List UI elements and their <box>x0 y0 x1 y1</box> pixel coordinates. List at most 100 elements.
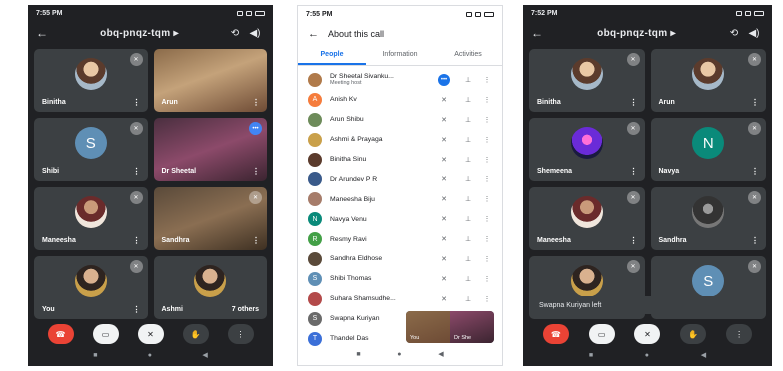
participant-row[interactable]: Maneesha Biju ✕ ⊥ ⋮ <box>298 189 502 209</box>
switch-camera-icon[interactable]: ⟲ <box>225 28 245 39</box>
participant-row[interactable]: Arun Shibu ✕ ⊥ ⋮ <box>298 110 502 130</box>
more-options-icon[interactable]: ⋮ <box>751 98 759 107</box>
participant-tile[interactable]: ✕ Binitha ⋮ <box>529 49 645 112</box>
more-options-icon[interactable]: ⋮ <box>252 98 260 107</box>
raise-hand-button[interactable]: ✋ <box>182 324 209 344</box>
more-options-icon[interactable]: ⋮ <box>480 156 494 164</box>
participant-tile[interactable]: Arun ⋮ <box>153 49 267 112</box>
end-call-button[interactable]: ☎ <box>47 324 74 344</box>
more-options-icon[interactable]: ⋮ <box>133 236 141 245</box>
back-arrow-icon[interactable]: ← <box>36 26 54 40</box>
raise-hand-button[interactable]: ✋ <box>680 324 707 344</box>
others-count[interactable]: 7 others <box>232 306 259 313</box>
nav-back-icon[interactable]: ◀ <box>202 351 207 359</box>
participant-row[interactable]: R Resmy Ravi ✕ ⊥ ⋮ <box>298 229 502 249</box>
more-options-icon[interactable]: ⋮ <box>252 167 260 176</box>
pin-icon[interactable]: ⊥ <box>456 195 480 203</box>
more-options-icon[interactable]: ⋮ <box>252 236 260 245</box>
more-button[interactable]: ⋮ <box>227 324 254 344</box>
speaker-icon[interactable]: ◀) <box>245 28 265 39</box>
pin-icon[interactable]: ⊥ <box>456 235 480 243</box>
more-options-icon[interactable]: ⋮ <box>480 136 494 144</box>
participant-tile[interactable]: ✕ Arun ⋮ <box>650 49 766 112</box>
tab-activities[interactable]: Activities <box>434 46 502 65</box>
nav-home-icon[interactable]: ● <box>645 352 649 359</box>
more-options-icon[interactable]: ⋮ <box>480 76 494 84</box>
participant-row[interactable]: Suhara Shamsudhe... ✕ ⊥ ⋮ <box>298 289 502 309</box>
more-button[interactable]: ⋮ <box>726 324 753 344</box>
mic-off-icon: ✕ <box>748 191 761 204</box>
nav-home-icon[interactable]: ● <box>397 351 401 358</box>
nav-back-icon[interactable]: ◀ <box>438 350 443 358</box>
participant-tile[interactable]: ✕ Maneesha ⋮ <box>529 187 645 250</box>
nav-recent-icon[interactable]: ■ <box>93 352 97 359</box>
participant-row[interactable]: Sandhra Eldhose ✕ ⊥ ⋮ <box>298 249 502 269</box>
more-options-icon[interactable]: ⋮ <box>751 236 759 245</box>
participant-row[interactable]: Dr Sheetal Sivanku... Meeting host ••• ⊥ ⋮ <box>298 70 502 90</box>
more-options-icon[interactable]: ⋮ <box>133 167 141 176</box>
tab-information[interactable]: Information <box>366 46 434 65</box>
participant-name: Shemeena <box>537 168 573 175</box>
camera-off-button[interactable]: ▭ <box>92 324 119 344</box>
participant-row[interactable]: Binitha Sinu ✕ ⊥ ⋮ <box>298 150 502 170</box>
mic-off-button[interactable]: ✕ <box>634 324 661 344</box>
participant-tile[interactable]: N ✕ Navya ⋮ <box>650 118 766 181</box>
more-options-icon[interactable]: ⋮ <box>480 295 494 303</box>
meeting-code[interactable]: obq-pnqz-tqm ▸ <box>549 28 724 39</box>
back-arrow-icon[interactable]: ← <box>308 28 328 40</box>
pin-icon[interactable]: ⊥ <box>456 96 480 104</box>
tab-people[interactable]: People <box>298 46 366 65</box>
camera-off-button[interactable]: ▭ <box>588 324 615 344</box>
participant-row[interactable]: N Navya Venu ✕ ⊥ ⋮ <box>298 209 502 229</box>
more-options-icon[interactable]: ⋮ <box>480 275 494 283</box>
nav-recent-icon[interactable]: ■ <box>589 352 593 359</box>
more-options-icon[interactable]: ⋮ <box>480 235 494 243</box>
participant-tile[interactable]: ✕ Shemeena ⋮ <box>529 118 645 181</box>
participant-tile[interactable]: ••• Dr Sheetal ⋮ <box>153 118 267 181</box>
participant-row[interactable]: S Shibi Thomas ✕ ⊥ ⋮ <box>298 269 502 289</box>
pin-icon[interactable]: ⊥ <box>456 295 480 303</box>
switch-camera-icon[interactable]: ⟲ <box>724 28 744 39</box>
pin-icon[interactable]: ⊥ <box>456 175 480 183</box>
back-arrow-icon[interactable]: ← <box>531 26 549 40</box>
self-preview[interactable]: You Dr She <box>406 311 494 343</box>
participant-row[interactable]: Ashmi & Prayaga ✕ ⊥ ⋮ <box>298 130 502 150</box>
participant-tile[interactable]: ✕ Sandhra ⋮ <box>650 187 766 250</box>
participant-tile[interactable]: ✕ Binitha ⋮ <box>34 49 148 112</box>
pin-icon[interactable]: ⊥ <box>456 116 480 124</box>
more-options-icon[interactable]: ⋮ <box>480 96 494 104</box>
participant-row[interactable]: Dr Arundev P R ✕ ⊥ ⋮ <box>298 169 502 189</box>
participant-tile[interactable]: S ✕ Shibi ⋮ <box>34 118 148 181</box>
participant-row[interactable]: A Anish Kv ✕ ⊥ ⋮ <box>298 90 502 110</box>
more-options-icon[interactable]: ⋮ <box>480 255 494 263</box>
pin-icon[interactable]: ⊥ <box>456 76 480 84</box>
pin-icon[interactable]: ⊥ <box>456 215 480 223</box>
more-options-icon[interactable]: ⋮ <box>480 195 494 203</box>
nav-back-icon[interactable]: ◀ <box>701 351 706 359</box>
pin-icon[interactable]: ⊥ <box>456 156 480 164</box>
participant-tile[interactable]: ✕ Sandhra ⋮ <box>153 187 267 250</box>
meeting-code[interactable]: obq-pnqz-tqm ▸ <box>54 28 225 39</box>
more-options-icon[interactable]: ⋮ <box>630 236 638 245</box>
participant-tile[interactable]: ✕ Maneesha ⋮ <box>34 187 148 250</box>
more-options-icon[interactable]: ⋮ <box>630 167 638 176</box>
speaker-icon[interactable]: ◀) <box>744 28 764 39</box>
more-options-icon[interactable]: ⋮ <box>133 305 141 314</box>
participant-tile[interactable]: Ashmi 7 others <box>153 256 267 319</box>
pin-icon[interactable]: ⊥ <box>456 255 480 263</box>
nav-recent-icon[interactable]: ■ <box>356 351 360 358</box>
more-options-icon[interactable]: ⋮ <box>480 116 494 124</box>
avatar <box>570 58 603 91</box>
pin-icon[interactable]: ⊥ <box>456 275 480 283</box>
participant-name: Suhara Shamsudhe... <box>330 295 396 303</box>
more-options-icon[interactable]: ⋮ <box>133 98 141 107</box>
more-options-icon[interactable]: ⋮ <box>630 98 638 107</box>
end-call-button[interactable]: ☎ <box>542 324 569 344</box>
nav-home-icon[interactable]: ● <box>148 352 152 359</box>
mic-off-button[interactable]: ✕ <box>137 324 164 344</box>
participant-tile[interactable]: ✕ You ⋮ <box>34 256 148 319</box>
more-options-icon[interactable]: ⋮ <box>480 215 494 223</box>
more-options-icon[interactable]: ⋮ <box>751 167 759 176</box>
more-options-icon[interactable]: ⋮ <box>480 175 494 183</box>
pin-icon[interactable]: ⊥ <box>456 136 480 144</box>
